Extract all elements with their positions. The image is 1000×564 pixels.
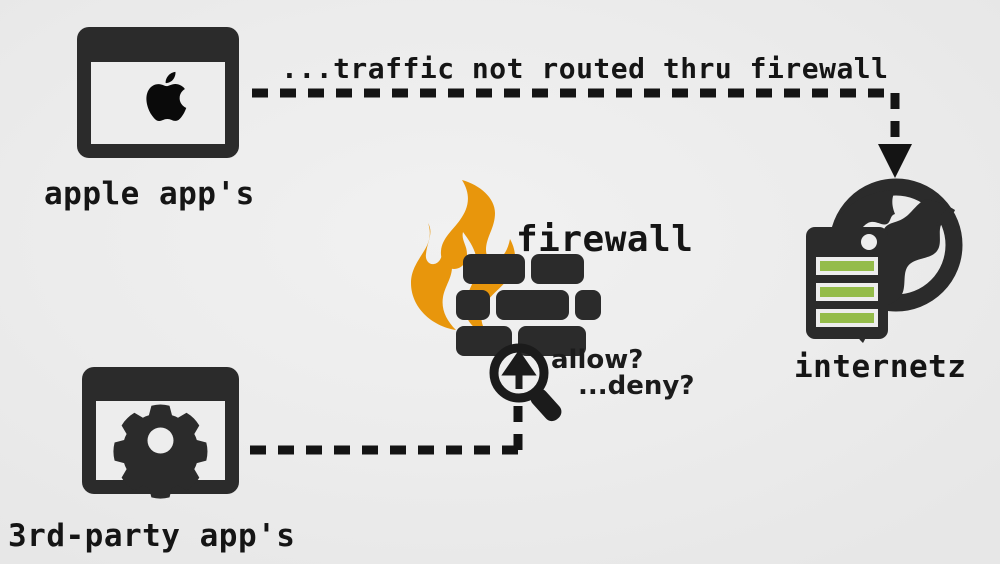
node-label-internetz: internetz (794, 349, 967, 385)
node-label-third-party-apps: 3rd-party app's (8, 518, 296, 554)
globe-server-icon (806, 178, 963, 343)
node-label-apple-apps: apple app's (44, 176, 255, 212)
edge-bypass-dashed-arrow (252, 88, 912, 178)
server-rack-icon (806, 227, 888, 339)
firewall-decision-deny: ...deny? (578, 371, 695, 401)
apple-window-icon (77, 27, 239, 158)
node-internetz[interactable] (800, 178, 978, 343)
gear-window-icon (82, 367, 239, 499)
node-third-party-apps[interactable] (82, 367, 239, 499)
node-firewall[interactable] (404, 175, 601, 356)
node-apple-apps[interactable] (77, 27, 239, 158)
diagram-canvas: apple app's ...traffic not routed thru f… (0, 0, 1000, 564)
node-label-firewall: firewall (516, 219, 694, 260)
brick-wall-icon (456, 254, 601, 356)
firewall-brick-flame-icon (411, 180, 601, 356)
